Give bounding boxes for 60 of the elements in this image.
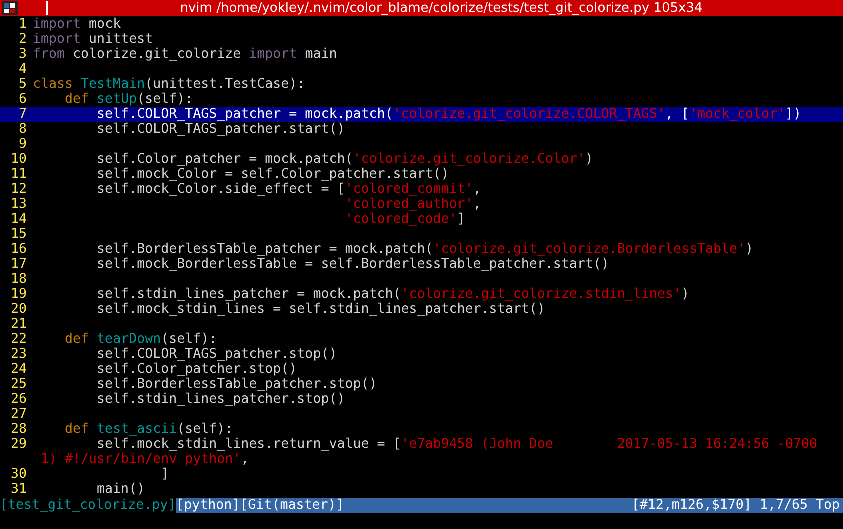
line-number: 4 <box>18 62 28 77</box>
line-number: 7 <box>0 107 32 122</box>
code-line: self.mock_Color.side_effect = ['colored_commit', <box>96 182 482 197</box>
line-number: 29 <box>10 437 28 452</box>
line-number: 31 <box>10 482 28 497</box>
line-number: 9 <box>18 137 28 152</box>
code-line: main() <box>96 482 146 497</box>
status-file-type: [python][Git(master)] <box>176 498 346 513</box>
code-line: self.mock_stdin_lines = self.stdin_lines_patcher.start() <box>96 302 546 317</box>
code-line: def setUp(self): <box>64 92 194 107</box>
line-number: 13 <box>10 197 28 212</box>
code-line: self.COLOR_TAGS_patcher.start() <box>96 122 346 137</box>
line-number: 5 <box>18 77 28 92</box>
window-title: nvim /home/yokley/.nvim/color_blame/colorize/tests/test_git_colorize.py 105x34 <box>180 0 703 16</box>
status-file-name: [test_git_colorize.py] <box>0 498 176 513</box>
line-number: 12 <box>10 182 28 197</box>
line-number: 14 <box>10 212 28 227</box>
line-number: 27 <box>10 407 28 422</box>
code-line: 1) #!/usr/bin/env python', <box>40 452 250 467</box>
code-line: self.BorderlessTable_patcher.stop() <box>96 377 378 392</box>
status-position: [#12,m126,$170] 1,7/65 Top <box>632 498 841 513</box>
line-number: 15 <box>10 227 28 242</box>
line-number: 25 <box>10 377 28 392</box>
line-number: 3 <box>18 47 28 62</box>
code-line: def test_ascii(self): <box>64 422 234 437</box>
code-line: 'colored_code'] <box>344 212 466 227</box>
line-number: 30 <box>10 467 28 482</box>
line-number: 8 <box>18 122 28 137</box>
code-line: 'colored_author', <box>344 197 482 212</box>
code-line: import unittest <box>32 32 154 47</box>
code-line: self.mock_Color = self.Color_patcher.start() <box>96 167 450 182</box>
line-number: 18 <box>10 272 28 287</box>
code-line: ] <box>160 467 170 482</box>
line-number: 19 <box>10 287 28 302</box>
code-line: self.mock_stdin_lines.return_value = ['e7ab9458 (John Doe 2017-05-13 16:24:56 -0700 <box>96 437 819 452</box>
line-number: 10 <box>10 152 28 167</box>
line-number: 20 <box>10 302 28 317</box>
line-number: 22 <box>10 332 28 347</box>
line-number: 24 <box>10 362 28 377</box>
line-number: 16 <box>10 242 28 257</box>
line-number: 28 <box>10 422 28 437</box>
line-number: 21 <box>10 317 28 332</box>
code-line: import mock <box>32 17 122 32</box>
line-number: 1 <box>18 17 28 32</box>
line-number: 2 <box>18 32 28 47</box>
line-number: 26 <box>10 392 28 407</box>
code-line: from colorize.git_colorize import main <box>32 47 338 62</box>
line-number: 23 <box>10 347 28 362</box>
code-line: self.stdin_lines_patcher = mock.patch('colorize.git_colorize.stdin_lines') <box>96 287 690 302</box>
code-line: def tearDown(self): <box>64 332 218 347</box>
code-line: self.COLOR_TAGS_patcher.stop() <box>96 347 338 362</box>
code-line: self.Color_patcher = mock.patch('colorize.git_colorize.Color') <box>96 152 594 167</box>
code-line: self.stdin_lines_patcher.stop() <box>96 392 346 407</box>
code-line: self.BorderlessTable_patcher = mock.patch('colorize.git_colorize.BorderlessTable') <box>96 242 755 257</box>
code-line: class TestMain(unittest.TestCase): <box>32 77 306 92</box>
code-line: self.mock_BorderlessTable = self.BorderlessTable_patcher.start() <box>96 257 610 272</box>
line-number: 17 <box>10 257 28 272</box>
line-number: 11 <box>10 167 28 182</box>
code-line: self.Color_patcher.stop() <box>96 362 298 377</box>
line-number: 6 <box>18 92 28 107</box>
